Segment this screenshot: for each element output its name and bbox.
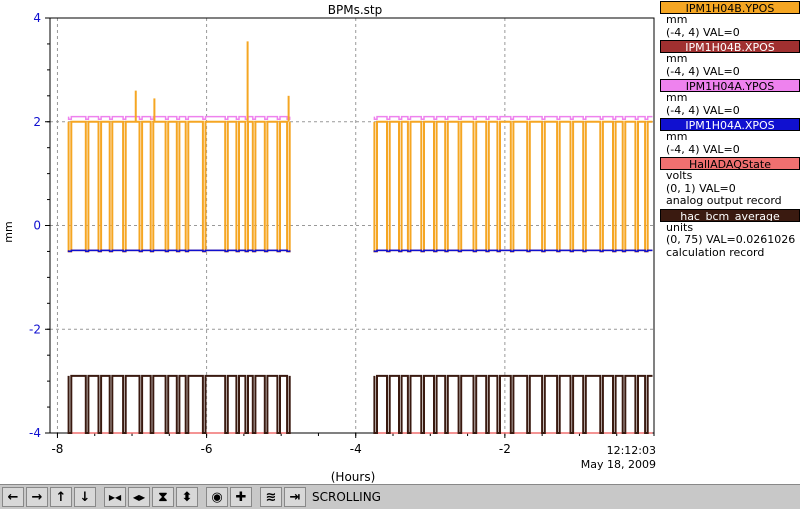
series-line-hac_bcm_average bbox=[67, 374, 653, 434]
arrow-down-button[interactable]: ↓ bbox=[74, 487, 96, 507]
zoom-out-vertical-icon: ⬍ bbox=[181, 489, 193, 505]
scroll-mode-button[interactable]: ⇥ bbox=[284, 487, 306, 507]
zoom-out-vertical-button[interactable]: ⬍ bbox=[176, 487, 198, 507]
chart-title: BPMs.stp bbox=[328, 3, 382, 17]
add-icon: ✚ bbox=[235, 489, 247, 505]
legend: IPM1H04B.YPOS mm (-4, 4) VAL=0 IPM1H04B.XPO… bbox=[660, 0, 800, 259]
series-line-IPM1H04A.YPOS bbox=[67, 115, 653, 120]
arrow-up-icon: ↑ bbox=[55, 489, 67, 505]
legend-detail: mm bbox=[666, 91, 688, 104]
legend-item[interactable]: HallADAQState volts (0, 1) VAL=0 analog out… bbox=[660, 157, 800, 208]
series-line-IPM1H04B.YPOS bbox=[67, 120, 653, 253]
y-axis-label: mm bbox=[2, 221, 15, 242]
arrow-right-button[interactable]: → bbox=[26, 487, 48, 507]
y-tick-label: -2 bbox=[29, 322, 41, 336]
legend-detail: volts bbox=[666, 169, 693, 182]
x-tick-label: -8 bbox=[51, 442, 63, 456]
zoom-in-horizontal-button[interactable]: ▶◀ bbox=[104, 487, 126, 507]
legend-detail: (-4, 4) VAL=0 bbox=[666, 64, 740, 78]
x-tick-label: -2 bbox=[499, 442, 511, 456]
arrow-up-button[interactable]: ↑ bbox=[50, 487, 72, 507]
y-tick-label: 4 bbox=[33, 11, 41, 25]
legend-detail: mm bbox=[666, 130, 688, 143]
arrow-left-icon: ← bbox=[7, 489, 19, 505]
series-layer bbox=[67, 41, 653, 434]
y-tick-label: -4 bbox=[29, 426, 41, 440]
legend-detail: mm bbox=[666, 52, 688, 65]
x-tick-label: -6 bbox=[201, 442, 213, 456]
x-axis-label: (Hours) bbox=[331, 470, 376, 484]
autoscale-button[interactable]: ≋ bbox=[260, 487, 282, 507]
legend-item[interactable]: IPM1H04B.YPOS mm (-4, 4) VAL=0 bbox=[660, 1, 800, 39]
zoom-in-vertical-button[interactable]: ⧗ bbox=[152, 487, 174, 507]
zoom-in-vertical-icon: ⧗ bbox=[158, 489, 168, 505]
grid bbox=[50, 17, 654, 434]
legend-swatch-label: hac_bcm_average bbox=[660, 208, 800, 222]
add-button[interactable]: ✚ bbox=[230, 487, 252, 507]
arrow-right-icon: → bbox=[31, 489, 43, 505]
toolbar: ← → ↑ ↓ ▶◀ ◀▶ ⧗ ⬍ ◉ ✚ ≋ ⇥ SCROLLING bbox=[0, 484, 800, 509]
legend-item[interactable]: IPM1H04A.YPOS mm (-4, 4) VAL=0 bbox=[660, 79, 800, 117]
end-time-label: 12:12:03 bbox=[607, 444, 656, 457]
legend-detail: (-4, 4) VAL=0 bbox=[666, 25, 740, 39]
legend-detail: (0, 75) VAL=0.0261026 bbox=[666, 233, 796, 246]
series-line-IPM1H04A.XPOS bbox=[67, 249, 653, 253]
y-tick-label: 0 bbox=[33, 219, 41, 233]
scroll-mode-icon: ⇥ bbox=[289, 489, 301, 505]
scroll-mode-label: SCROLLING bbox=[312, 490, 381, 504]
y-tick-label: 2 bbox=[33, 115, 41, 129]
config-button[interactable]: ◉ bbox=[206, 487, 228, 507]
legend-detail: (-4, 4) VAL=0 bbox=[666, 103, 740, 117]
legend-item[interactable]: IPM1H04A.XPOS mm (-4, 4) VAL=0 bbox=[660, 118, 800, 156]
end-date-label: May 18, 2009 bbox=[581, 458, 656, 471]
legend-item[interactable]: IPM1H04B.XPOS mm (-4, 4) VAL=0 bbox=[660, 40, 800, 78]
legend-detail: (-4, 4) VAL=0 bbox=[666, 142, 740, 156]
legend-item[interactable]: hac_bcm_average units (0, 75) VAL=0.026102… bbox=[660, 208, 800, 260]
legend-detail: mm bbox=[666, 13, 688, 26]
zoom-out-horizontal-button[interactable]: ◀▶ bbox=[128, 487, 150, 507]
zoom-out-horizontal-icon: ◀▶ bbox=[132, 492, 146, 502]
arrow-down-icon: ↓ bbox=[79, 489, 91, 505]
legend-detail: analog output record bbox=[666, 194, 782, 207]
legend-detail: calculation record bbox=[666, 245, 765, 259]
x-tick-label: -4 bbox=[350, 442, 362, 456]
arrow-left-button[interactable]: ← bbox=[2, 487, 24, 507]
strip-chart: BPMs.stp mm (Hours) 12:12:03 May 18, 200… bbox=[2, 3, 656, 484]
config-icon: ◉ bbox=[211, 489, 223, 505]
zoom-in-horizontal-icon: ▶◀ bbox=[108, 492, 122, 502]
autoscale-icon: ≋ bbox=[265, 489, 277, 505]
